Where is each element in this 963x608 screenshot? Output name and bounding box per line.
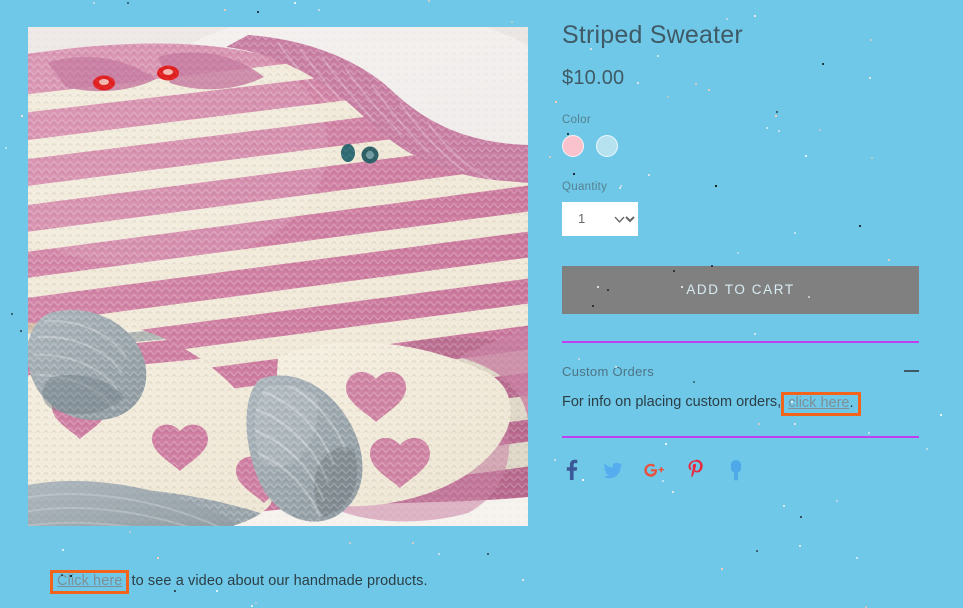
social-share-row <box>562 459 919 481</box>
product-gallery: Click here to see a video about our handm… <box>28 27 528 595</box>
custom-orders-link-highlight[interactable]: click here. <box>781 391 861 416</box>
product-details: Striped Sweater $10.00 Color Quantity 12… <box>562 21 919 481</box>
color-swatch-pink[interactable] <box>562 134 584 157</box>
product-image[interactable] <box>28 27 528 526</box>
video-caption-rest: to see a video about our handmade produc… <box>131 573 428 589</box>
video-caption: Click here to see a video about our handm… <box>50 570 428 595</box>
add-to-cart-button[interactable]: ADD TO CART <box>562 265 919 314</box>
color-swatches <box>562 134 919 157</box>
video-click-here-link[interactable]: Click here <box>57 573 122 589</box>
twitter-icon[interactable] <box>603 459 623 481</box>
custom-orders-text: For info on placing custom orders, <box>562 393 782 410</box>
custom-orders-click-here-link[interactable]: click here <box>788 395 849 411</box>
custom-orders-body: For info on placing custom orders, click … <box>562 391 919 416</box>
custom-orders-header[interactable]: Custom Orders <box>562 364 919 379</box>
custom-orders-period: . <box>849 394 854 411</box>
divider-bottom <box>562 435 919 438</box>
divider-top <box>562 340 919 343</box>
quantity-label: Quantity <box>562 180 608 193</box>
custom-orders-title: Custom Orders <box>562 363 655 379</box>
color-swatch-light-blue[interactable] <box>596 134 618 157</box>
facebook-icon[interactable] <box>562 459 582 481</box>
fancy-icon[interactable] <box>726 459 746 481</box>
video-link-highlight[interactable]: Click here <box>50 570 130 595</box>
quantity-select[interactable]: 12345678910 <box>562 201 638 236</box>
google-plus-icon[interactable] <box>644 459 664 481</box>
product-price: $10.00 <box>562 66 625 89</box>
color-label: Color <box>562 113 591 126</box>
pinterest-icon[interactable] <box>685 459 705 481</box>
page-title: Striped Sweater <box>562 21 743 49</box>
product-page: Click here to see a video about our handm… <box>0 0 963 608</box>
minus-icon[interactable] <box>904 370 919 372</box>
quantity-select-wrap: 12345678910 <box>562 201 638 236</box>
